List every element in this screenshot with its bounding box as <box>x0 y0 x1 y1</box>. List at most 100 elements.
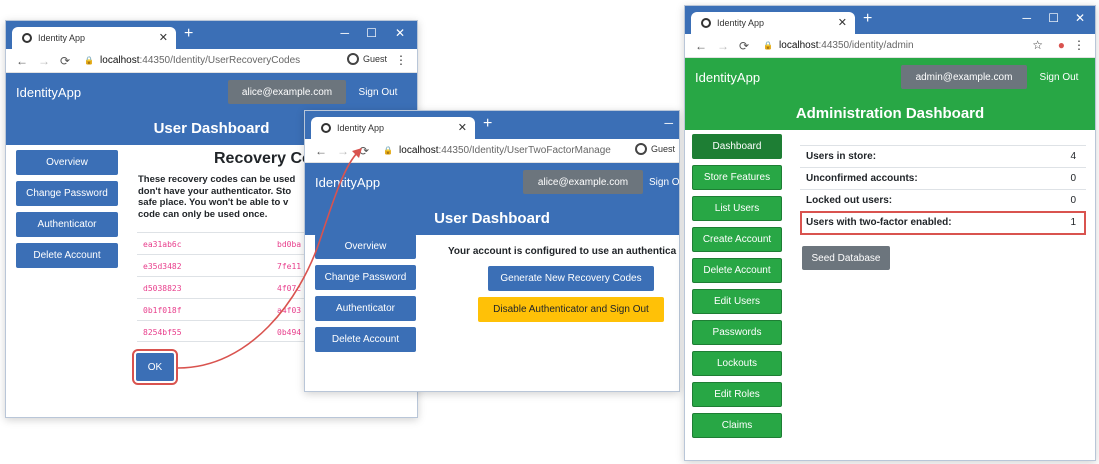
menu-icon[interactable]: ⋮ <box>1073 38 1085 52</box>
code-row: 0b1f018f a4f03 <box>137 298 307 320</box>
recovery-code: d5038823 <box>143 284 182 293</box>
generate-recovery-codes-button[interactable]: Generate New Recovery Codes <box>488 266 654 291</box>
url-field[interactable]: localhost:44350/Identity/UserTwoFactorMa… <box>399 145 611 156</box>
sidebar-item-store-features[interactable]: Store Features <box>692 165 782 190</box>
back-icon[interactable]: ← <box>315 144 327 158</box>
sidebar-item-claims[interactable]: Claims <box>692 413 782 438</box>
stat-row-unconfirmed: Unconfirmed accounts: 0 <box>800 167 1086 189</box>
close-tab-icon[interactable]: ✕ <box>159 31 168 44</box>
code-row: 8254bf55 0b494 <box>137 320 307 342</box>
description-line: don't have your authenticator. Sto <box>138 185 292 197</box>
description-line: These recovery codes can be used <box>138 174 296 185</box>
ok-button[interactable]: OK <box>132 349 178 385</box>
recovery-code: 4f07c <box>277 284 302 293</box>
sidebar-item-change-password[interactable]: Change Password <box>16 181 118 206</box>
maximize-icon[interactable]: ☐ <box>366 26 377 40</box>
sidebar-item-passwords[interactable]: Passwords <box>692 320 782 345</box>
address-bar: ← → ⟳ 🔒 localhost:44350/Identity/UserRec… <box>6 49 417 73</box>
brand[interactable]: IdentityApp <box>315 175 380 190</box>
title-bar: Identity App ✕ + ─ ☐ ✕ <box>6 21 417 49</box>
seed-database-button[interactable]: Seed Database <box>802 246 890 270</box>
forward-icon[interactable]: → <box>717 39 729 53</box>
stat-label: Users in store: <box>806 151 877 162</box>
sidebar-item-delete-account[interactable]: Delete Account <box>315 327 416 352</box>
url-field[interactable]: localhost:44350/identity/admin <box>779 40 914 51</box>
sidebar-item-edit-users[interactable]: Edit Users <box>692 289 782 314</box>
brand[interactable]: IdentityApp <box>16 85 81 100</box>
minimize-icon[interactable]: ─ <box>1022 11 1031 25</box>
lock-icon: 🔒 <box>383 146 394 155</box>
url-path: :44350/Identity/UserRecoveryCodes <box>139 55 301 66</box>
recovery-code: 8254bf55 <box>143 328 182 337</box>
forward-icon[interactable]: → <box>337 144 349 158</box>
user-email-button[interactable]: admin@example.com <box>901 65 1027 89</box>
sidebar-item-overview[interactable]: Overview <box>315 234 416 259</box>
code-row: d5038823 4f07c <box>137 276 307 298</box>
sidebar-item-authenticator[interactable]: Authenticator <box>16 212 118 237</box>
disable-authenticator-button[interactable]: Disable Authenticator and Sign Out <box>478 297 664 322</box>
minimize-icon[interactable]: ─ <box>340 26 349 40</box>
profile-icon <box>634 143 647 155</box>
sign-out-link[interactable]: Sign O <box>649 170 679 194</box>
new-tab-icon[interactable]: + <box>483 115 492 133</box>
reload-icon[interactable]: ⟳ <box>739 39 749 53</box>
code-row: ea31ab6c bd0ba <box>137 232 307 254</box>
lock-icon: 🔒 <box>763 41 774 50</box>
stat-row-two-factor: Users with two-factor enabled: 1 <box>800 211 1086 235</box>
menu-icon[interactable]: ⋮ <box>395 53 407 67</box>
stat-value: 1 <box>1070 217 1076 228</box>
sidebar-item-dashboard[interactable]: Dashboard <box>692 134 782 159</box>
sign-out-link[interactable]: Sign Out <box>350 80 406 104</box>
sidebar-item-delete-account[interactable]: Delete Account <box>16 243 118 268</box>
recovery-codes-title: Recovery Co <box>214 150 312 167</box>
profile-button[interactable]: Guest <box>634 143 675 155</box>
close-window-icon[interactable]: ✕ <box>395 26 405 40</box>
two-factor-message: Your account is configured to use an aut… <box>448 246 677 257</box>
stat-value: 0 <box>1070 173 1076 184</box>
profile-button[interactable]: Guest <box>346 53 387 65</box>
back-icon[interactable]: ← <box>16 54 28 68</box>
tab-title: Identity App <box>717 18 765 28</box>
globe-icon <box>701 18 711 28</box>
recovery-code: 0b494 <box>277 328 302 337</box>
user-email-button[interactable]: alice@example.com <box>228 80 346 104</box>
reload-icon[interactable]: ⟳ <box>359 144 369 158</box>
recovery-code: ea31ab6c <box>143 240 182 249</box>
close-tab-icon[interactable]: ✕ <box>838 16 847 29</box>
user-email-button[interactable]: alice@example.com <box>523 170 643 194</box>
star-icon[interactable]: ☆ <box>1032 38 1043 52</box>
browser-tab[interactable]: Identity App ✕ <box>311 117 475 139</box>
sidebar-item-delete-account[interactable]: Delete Account <box>692 258 782 283</box>
recovery-code: bd0ba <box>277 240 302 249</box>
browser-tab[interactable]: Identity App ✕ <box>691 12 855 34</box>
sidebar-item-authenticator[interactable]: Authenticator <box>315 296 416 321</box>
url-field[interactable]: localhost:44350/Identity/UserRecoveryCod… <box>100 55 300 66</box>
sidebar-item-edit-roles[interactable]: Edit Roles <box>692 382 782 407</box>
close-tab-icon[interactable]: ✕ <box>458 121 467 134</box>
recovery-codes-description: These recovery codes can be used don't h… <box>138 174 318 220</box>
sign-out-link[interactable]: Sign Out <box>1031 65 1087 89</box>
new-tab-icon[interactable]: + <box>863 10 872 28</box>
new-tab-icon[interactable]: + <box>184 25 193 43</box>
maximize-icon[interactable]: ☐ <box>1048 11 1059 25</box>
sidebar-item-lockouts[interactable]: Lockouts <box>692 351 782 376</box>
reload-icon[interactable]: ⟳ <box>60 54 70 68</box>
sidebar-item-list-users[interactable]: List Users <box>692 196 782 221</box>
close-window-icon[interactable]: ✕ <box>1075 11 1085 25</box>
guest-label: Guest <box>362 54 387 64</box>
back-icon[interactable]: ← <box>695 39 707 53</box>
url-host: localhost <box>100 55 140 66</box>
extension-icon[interactable]: ● <box>1058 38 1065 52</box>
sidebar-item-change-password[interactable]: Change Password <box>315 265 416 290</box>
sidebar-item-create-account[interactable]: Create Account <box>692 227 782 252</box>
brand[interactable]: IdentityApp <box>695 70 760 85</box>
profile-icon <box>346 53 359 65</box>
forward-icon[interactable]: → <box>38 54 50 68</box>
sidebar-item-overview[interactable]: Overview <box>16 150 118 175</box>
minimize-icon[interactable]: ─ <box>664 116 673 130</box>
globe-icon <box>22 33 32 43</box>
lock-icon: 🔒 <box>84 56 95 65</box>
stat-label: Locked out users: <box>806 195 893 206</box>
browser-tab[interactable]: Identity App ✕ <box>12 27 176 49</box>
navbar: IdentityApp alice@example.com Sign Out <box>6 73 417 113</box>
